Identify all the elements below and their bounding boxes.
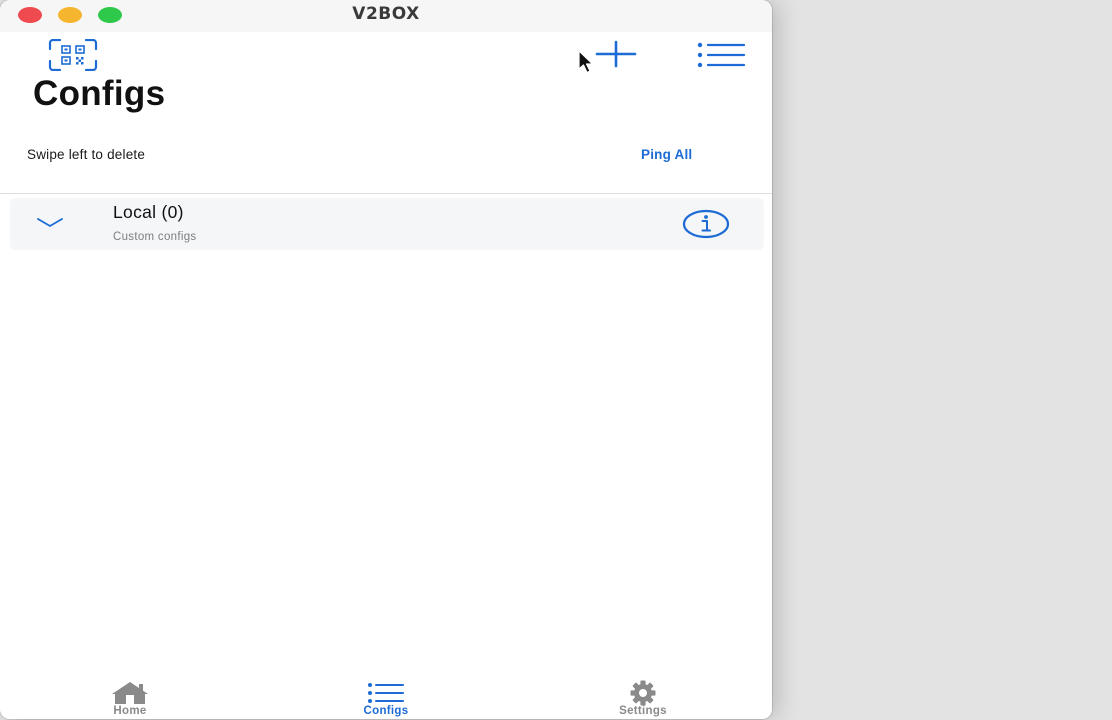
window-title: V2BOX [352, 4, 420, 24]
list-icon [697, 42, 746, 68]
info-icon [682, 209, 730, 239]
tab-settings[interactable]: Settings [583, 672, 703, 719]
tab-configs[interactable]: Configs [326, 672, 446, 719]
chevron-down-icon [37, 218, 63, 227]
list-menu-button[interactable] [696, 40, 748, 70]
group-subtitle: Custom configs [113, 231, 197, 243]
mouse-cursor-icon [578, 50, 594, 74]
group-info-button[interactable] [682, 209, 730, 239]
tab-label: Configs [363, 705, 409, 717]
scan-qr-button[interactable] [48, 38, 98, 72]
tab-label: Settings [619, 705, 667, 717]
page-title: Configs [33, 74, 166, 113]
divider [0, 193, 772, 194]
gear-icon [630, 680, 656, 706]
house-icon [112, 682, 148, 704]
tab-bar: Home Configs Settings [0, 672, 772, 719]
config-group-row[interactable]: Local (0) Custom configs [10, 198, 764, 250]
app-window: V2BOX Configs Swipe left to delete Ping … [0, 0, 772, 719]
swipe-hint: Swipe left to delete [27, 147, 146, 162]
title-bar: V2BOX [0, 0, 772, 32]
qr-scan-icon [48, 38, 98, 72]
list-icon [368, 683, 404, 703]
tab-home[interactable]: Home [70, 672, 190, 719]
ping-all-button[interactable]: Ping All [641, 147, 692, 162]
plus-icon [595, 40, 637, 68]
add-config-button[interactable] [594, 39, 638, 71]
desktop: V2BOX Configs Swipe left to delete Ping … [0, 0, 1112, 720]
group-name: Local (0) [113, 202, 184, 222]
expand-group-button[interactable] [35, 215, 65, 231]
tab-label: Home [113, 705, 147, 717]
